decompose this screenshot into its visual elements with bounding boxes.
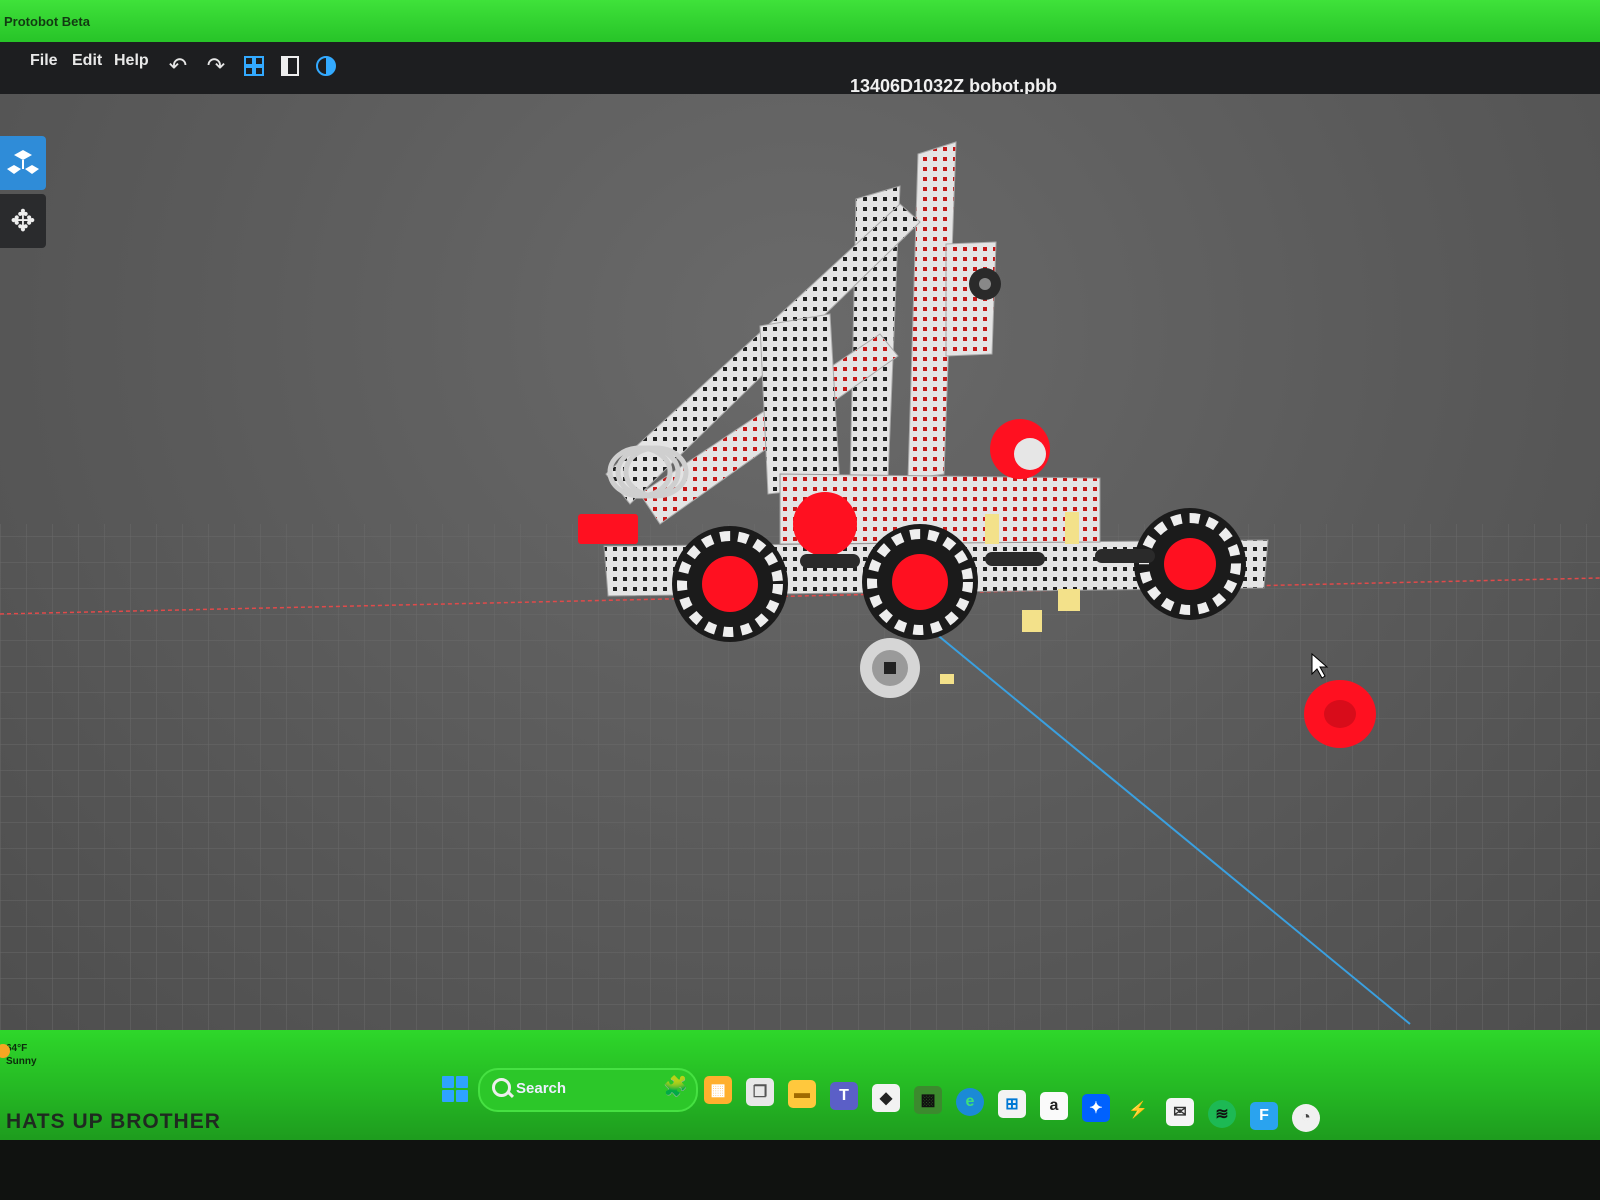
loose-standoff[interactable] <box>1022 610 1042 632</box>
ground-grid <box>0 524 1600 1030</box>
teams-icon[interactable]: T <box>830 1082 858 1110</box>
search-label: Search <box>516 1080 567 1097</box>
app-icon[interactable]: ◔ <box>1292 1104 1320 1132</box>
weather-condition: Sunny <box>6 1056 37 1067</box>
menu-help[interactable]: Help <box>114 52 149 70</box>
move-tool-button[interactable]: ✥ <box>0 194 46 248</box>
spotify-icon[interactable]: ≋ <box>1208 1100 1236 1128</box>
omni-wheel-1 <box>672 526 788 642</box>
desk-sticker-text: HATS UP BROTHER <box>6 1110 221 1133</box>
standoff <box>1058 589 1080 611</box>
app-title: Protobot Beta <box>4 14 90 29</box>
edge-icon[interactable]: e <box>956 1088 984 1116</box>
robot-model[interactable] <box>578 141 1269 642</box>
redo-icon[interactable]: ↷ <box>202 52 230 80</box>
file-explorer-icon[interactable]: ▬ <box>788 1080 816 1108</box>
weather-temp: 64°F <box>6 1043 28 1054</box>
assemble-icon <box>7 150 39 174</box>
start-button[interactable] <box>442 1076 468 1102</box>
minecraft-icon[interactable]: ▩ <box>914 1086 942 1114</box>
loose-wheel-part[interactable] <box>860 638 920 698</box>
menu-file[interactable]: File <box>30 52 58 70</box>
taskbar-search-box[interactable]: Search 🧩 <box>478 1068 698 1112</box>
store-icon[interactable]: ⊞ <box>998 1090 1026 1118</box>
front-gear <box>578 514 638 544</box>
standoff <box>985 514 999 544</box>
amazon-icon[interactable]: a <box>1040 1092 1068 1120</box>
omni-wheel-2 <box>862 524 978 640</box>
weather-widget[interactable]: 64°F Sunny <box>0 1042 37 1068</box>
dropbox-icon[interactable]: ✦ <box>1082 1094 1110 1122</box>
link-plate <box>985 552 1045 566</box>
standoff <box>1065 512 1079 544</box>
app-icon[interactable]: ⚡ <box>1124 1096 1152 1124</box>
move-icon: ✥ <box>10 204 36 238</box>
window-titlebar: Protobot Beta <box>0 0 1600 42</box>
taskbar: 64°F Sunny Search 🧩 ▦ ❐ ▬ T ◆ ▩ e ⊞ a ✦ … <box>0 1030 1600 1140</box>
loose-red-gear[interactable] <box>1304 680 1376 748</box>
loose-spacer[interactable] <box>940 674 954 684</box>
undo-icon[interactable]: ↶ <box>164 52 192 80</box>
search-highlight-icon: 🧩 <box>663 1076 688 1098</box>
roblox-icon[interactable]: ◆ <box>872 1084 900 1112</box>
theme-toggle-icon[interactable] <box>312 52 340 80</box>
link-plate <box>1095 549 1155 563</box>
search-icon <box>492 1078 511 1097</box>
assemble-tool-button[interactable] <box>0 136 46 190</box>
omni-wheel-3 <box>1134 508 1246 620</box>
grid-view-icon[interactable] <box>240 52 268 80</box>
menu-edit[interactable]: Edit <box>72 52 102 70</box>
mid-plate <box>759 313 841 495</box>
panel-icon[interactable] <box>276 52 304 80</box>
task-view-icon[interactable]: ❐ <box>746 1078 774 1106</box>
app-icon[interactable]: F <box>1250 1102 1278 1130</box>
desk-surface <box>0 1140 1600 1200</box>
app-icon[interactable]: ✉ <box>1166 1098 1194 1126</box>
widgets-icon[interactable]: ▦ <box>704 1076 732 1104</box>
chassis-gear <box>793 492 857 556</box>
3d-viewport[interactable]: ✥ <box>0 94 1600 1030</box>
link-plate <box>800 554 860 568</box>
